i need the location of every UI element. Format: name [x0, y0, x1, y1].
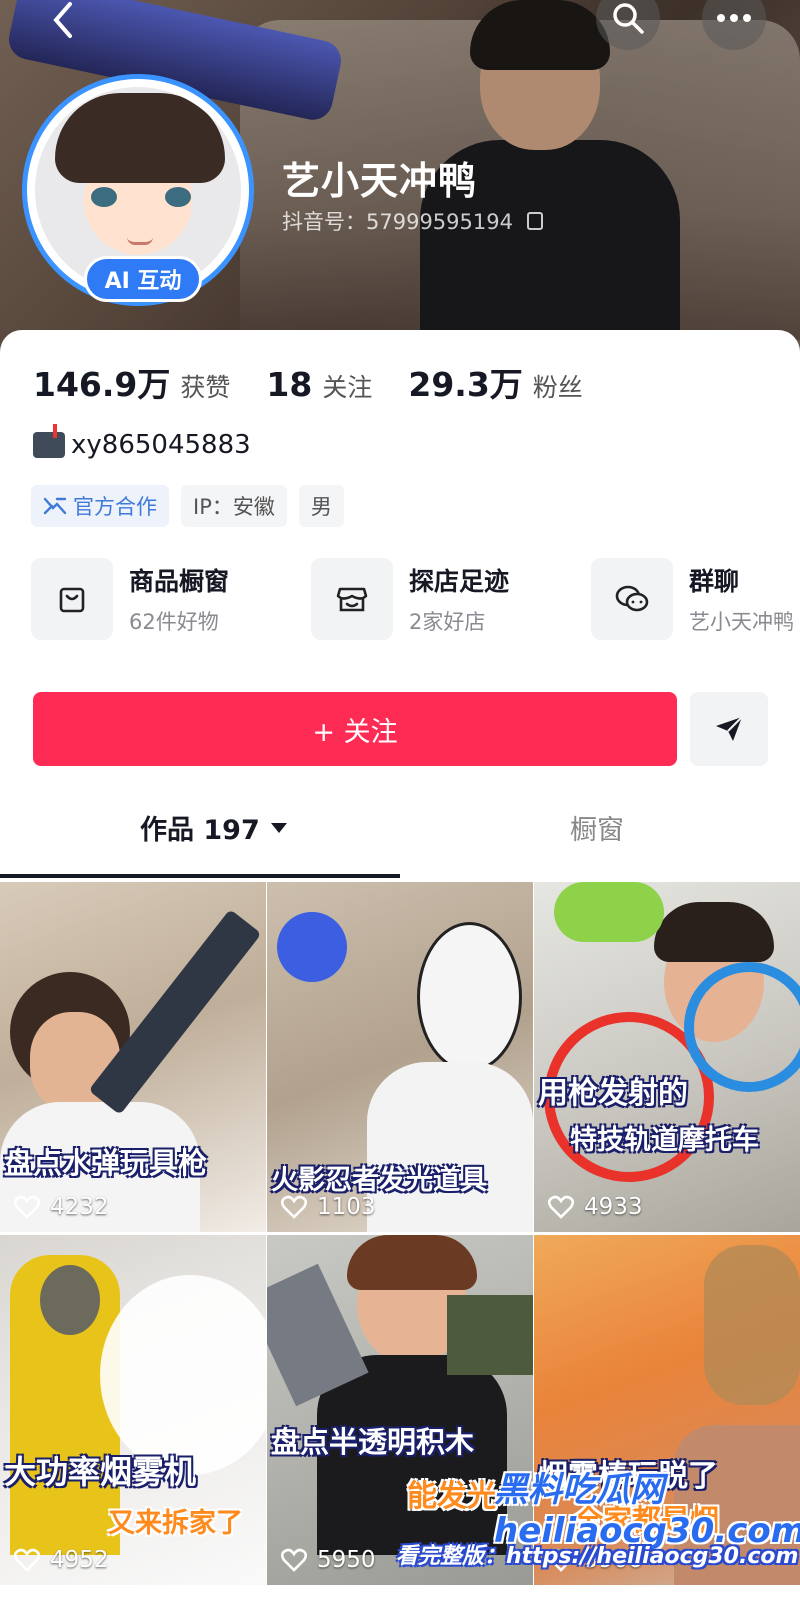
like-count: 4232 — [50, 1194, 109, 1220]
video-likes: 4232 — [14, 1194, 109, 1220]
shortcut-store-visits[interactable]: 探店足迹 2家好店 — [311, 558, 591, 640]
shortcut-title: 群聊 — [689, 567, 740, 596]
tab-showcase[interactable]: 橱窗 — [570, 808, 624, 847]
heart-icon — [281, 1195, 307, 1219]
like-count: 1103 — [317, 1194, 376, 1220]
tag-ip-location: IP：安徽 — [181, 485, 287, 527]
video-caption: 能发光 — [407, 1479, 497, 1514]
send-icon — [716, 716, 743, 741]
video-caption: 盘点水弹玩具枪 — [4, 1146, 208, 1180]
shortcut-group-chat[interactable]: 群聊 艺小天冲鸭 — [591, 558, 799, 640]
video-likes: 4933 — [548, 1194, 643, 1220]
mailbox-icon — [33, 424, 65, 458]
shortcut-showcase[interactable]: 商品橱窗 62件好物 — [31, 558, 311, 640]
douyin-id-text: 抖音号：57999595194 — [282, 210, 513, 234]
profile-card: 146.9万 获赞 18 关注 29.3万 粉丝 xy865045883 官方合作 I… — [0, 330, 800, 1610]
stat-label: 获赞 — [180, 373, 231, 402]
bio: xy865045883 — [33, 424, 251, 460]
video-caption: 火影忍者发光道具 — [271, 1165, 487, 1196]
video-caption: 盘点半透明积木 — [271, 1425, 475, 1459]
video-thumbnail[interactable]: 用枪发射的 特技轨道摩托车 4933 — [534, 882, 800, 1232]
video-likes: 4952 — [14, 1547, 109, 1573]
shortcut-subtitle: 2家好店 — [409, 610, 486, 634]
stat-label: 关注 — [322, 373, 373, 402]
video-likes: 1103 — [281, 1194, 376, 1220]
content-tabs: 作品 197 橱窗 — [0, 800, 800, 858]
store-icon — [336, 587, 368, 612]
stat-following[interactable]: 18 关注 — [266, 365, 372, 404]
stat-label: 粉丝 — [532, 373, 583, 402]
douyin-id[interactable]: 抖音号：57999595194 — [282, 206, 543, 236]
tag-label: IP：安徽 — [193, 495, 275, 519]
stat-value: 146.9万 — [33, 365, 171, 404]
stat-followers[interactable]: 29.3万 粉丝 — [408, 358, 582, 406]
tag-label: 男 — [310, 495, 332, 519]
tab-works[interactable]: 作品 197 — [140, 808, 288, 847]
shortcut-subtitle: 62件好物 — [129, 610, 219, 634]
heart-icon — [14, 1195, 40, 1219]
stat-value: 29.3万 — [408, 365, 523, 404]
ai-interaction-badge[interactable]: AI 互动 — [84, 256, 202, 302]
search-icon — [613, 3, 644, 34]
video-caption: 用枪发射的 — [538, 1076, 688, 1111]
cooperation-icon — [43, 497, 67, 515]
like-count: 4952 — [50, 1547, 109, 1573]
share-button[interactable] — [690, 692, 768, 766]
more-dots-icon — [717, 14, 751, 22]
shortcut-subtitle: 艺小天冲鸭 — [689, 610, 794, 634]
like-count: 4933 — [584, 1194, 643, 1220]
tab-active-indicator — [0, 874, 400, 878]
video-thumbnail[interactable]: 大功率烟雾机 又来拆家了 4952 — [0, 1235, 266, 1585]
video-caption: 特技轨道摩托车 — [570, 1125, 759, 1156]
video-caption: 又来拆家了 — [108, 1508, 243, 1539]
shopping-bag-icon — [59, 587, 85, 613]
watermark-url: 看完整版：https://heiliaocg30.com — [396, 1544, 799, 1569]
video-likes: 5950 — [281, 1547, 376, 1573]
chevron-left-icon — [53, 2, 72, 38]
tab-works-label: 作品 197 — [140, 815, 260, 846]
stat-value: 18 — [266, 365, 313, 404]
tag-official-cooperation[interactable]: 官方合作 — [31, 485, 169, 527]
copy-icon[interactable] — [526, 212, 543, 230]
tab-showcase-label: 橱窗 — [570, 815, 624, 846]
video-thumbnail[interactable]: 火影忍者发光道具 1103 — [267, 882, 533, 1232]
heart-icon — [548, 1195, 574, 1219]
tag-label: 官方合作 — [73, 495, 157, 519]
tag-row: 官方合作 IP：安徽 男 — [31, 485, 344, 527]
follow-button[interactable]: + 关注 — [33, 692, 677, 766]
bio-text: xy865045883 — [71, 430, 251, 460]
stat-likes[interactable]: 146.9万 获赞 — [33, 358, 230, 406]
caret-down-icon — [270, 822, 287, 833]
like-count: 5950 — [317, 1547, 376, 1573]
heart-icon — [14, 1548, 40, 1572]
shortcut-row: 商品橱窗 62件好物 探店足迹 2家好店 群聊 艺小天冲鸭 — [31, 558, 799, 640]
stats-row: 146.9万 获赞 18 关注 29.3万 粉丝 — [33, 358, 583, 406]
heart-icon — [281, 1548, 307, 1572]
shortcut-title: 探店足迹 — [409, 567, 510, 596]
video-caption: 大功率烟雾机 — [4, 1453, 197, 1491]
video-thumbnail[interactable]: 盘点水弹玩具枪 4232 — [0, 882, 266, 1232]
chat-icon — [615, 585, 649, 612]
back-button[interactable] — [30, 0, 94, 40]
follow-label: + 关注 — [312, 716, 398, 748]
nickname: 艺小天冲鸭 — [282, 159, 478, 203]
shortcut-title: 商品橱窗 — [129, 567, 230, 596]
tag-gender: 男 — [298, 485, 344, 527]
